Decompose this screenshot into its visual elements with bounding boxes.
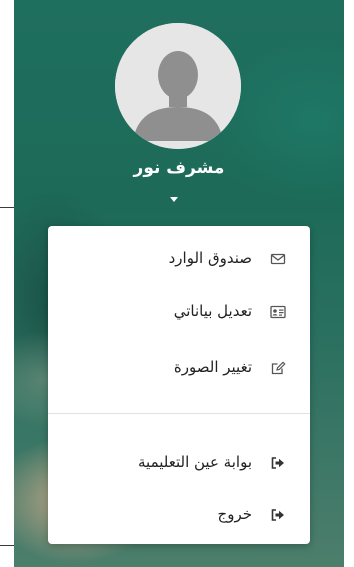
- divider-line: [0, 207, 14, 208]
- menu-item-label: تغيير الصورة: [173, 358, 252, 376]
- caret-down-icon[interactable]: [170, 197, 178, 202]
- menu-item-edit-profile[interactable]: تعديل بياناتي: [48, 297, 310, 327]
- menu-item-label: صندوق الوارد: [168, 249, 252, 267]
- menu-item-label: تعديل بياناتي: [173, 302, 252, 320]
- menu-item-label: خروج: [217, 505, 252, 523]
- menu-item-label: بوابة عين التعليمية: [138, 453, 252, 471]
- envelope-icon: [270, 253, 286, 265]
- right-margin: [344, 0, 354, 567]
- id-card-icon: [270, 305, 286, 319]
- user-dropdown-menu: صندوق الوارد تعديل بياناتي تغيير الصورة: [48, 226, 310, 544]
- sign-out-icon: [271, 509, 284, 521]
- sign-in-icon: [271, 457, 284, 469]
- divider-line: [0, 545, 14, 546]
- menu-divider: [48, 413, 310, 414]
- profile-sidebar: مشرف نور صندوق الوارد تعديل بياناتي تغيي…: [0, 0, 354, 567]
- menu-item-inbox[interactable]: صندوق الوارد: [48, 244, 310, 274]
- edit-icon: [271, 361, 286, 375]
- user-name[interactable]: مشرف نور: [14, 158, 344, 178]
- user-silhouette-icon: [115, 23, 241, 149]
- menu-item-logout[interactable]: خروج: [48, 500, 310, 530]
- menu-item-ain-portal[interactable]: بوابة عين التعليمية: [48, 448, 310, 478]
- left-margin: [0, 0, 14, 567]
- avatar[interactable]: [115, 23, 241, 149]
- menu-item-change-photo[interactable]: تغيير الصورة: [48, 353, 310, 383]
